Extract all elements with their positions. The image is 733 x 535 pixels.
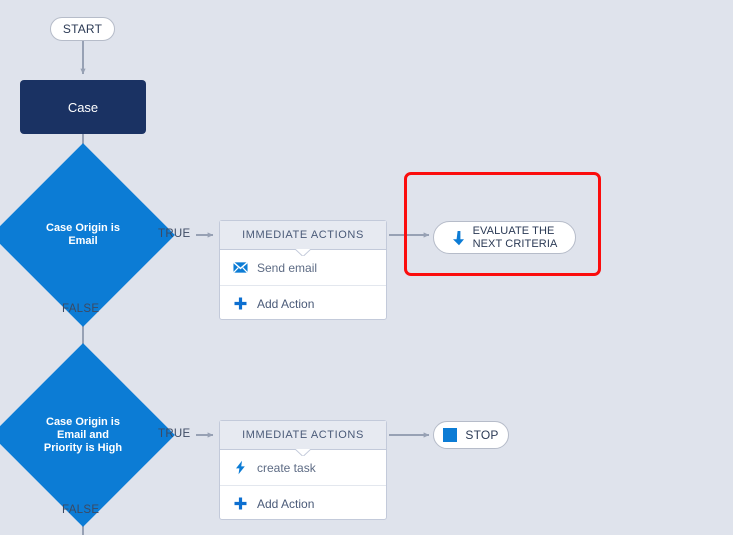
add-action-label: Add Action — [257, 496, 315, 511]
add-action-row[interactable]: Add Action — [220, 486, 386, 521]
evaluate-next-criteria-label: EVALUATE THE NEXT CRITERIA — [473, 225, 558, 251]
add-action-label: Add Action — [257, 296, 315, 311]
immediate-actions-panel-1[interactable]: IMMEDIATE ACTIONS Send email Add Action — [219, 220, 387, 320]
edge-label-false-2: FALSE — [62, 504, 100, 516]
chevron-down-icon — [295, 248, 311, 256]
edge-label-true-2: TRUE — [158, 428, 191, 440]
panel-header-label-1: IMMEDIATE ACTIONS — [242, 229, 364, 241]
stop-button[interactable]: STOP — [433, 421, 509, 449]
start-node[interactable]: START — [50, 17, 115, 41]
start-label: START — [62, 22, 103, 36]
evaluate-label-line-2: NEXT CRITERIA — [472, 237, 558, 250]
edge-label-false-1: FALSE — [62, 303, 100, 315]
evaluate-label-line-1: EVALUATE THE — [472, 224, 555, 237]
flow-canvas: START Case Case Origin is Email TRUE FAL… — [0, 0, 733, 535]
plus-icon — [233, 296, 248, 311]
criteria-label-2: Case Origin is Email and Priority is Hig… — [43, 415, 123, 454]
action-row-label: Send email — [257, 260, 318, 275]
criteria-node-2[interactable]: Case Origin is Email and Priority is Hig… — [0, 343, 175, 527]
envelope-icon — [232, 260, 249, 275]
edge-label-true-1: TRUE — [158, 228, 191, 240]
bolt-icon — [233, 460, 248, 475]
panel-header-1: IMMEDIATE ACTIONS — [220, 221, 386, 256]
plus-icon — [233, 496, 248, 511]
stop-square-icon — [443, 428, 458, 442]
object-node-label: Case — [67, 99, 99, 115]
action-row-label: create task — [257, 460, 316, 475]
panel-header-label-2: IMMEDIATE ACTIONS — [242, 429, 364, 441]
chevron-down-icon — [295, 448, 311, 456]
immediate-actions-panel-2[interactable]: IMMEDIATE ACTIONS create task Add Action — [219, 420, 387, 520]
arrow-down-icon — [452, 230, 466, 246]
evaluate-next-criteria-button[interactable]: EVALUATE THE NEXT CRITERIA — [433, 221, 576, 254]
criteria-label-1: Case Origin is Email — [46, 222, 120, 247]
object-node-case[interactable]: Case — [20, 80, 146, 134]
add-action-row[interactable]: Add Action — [220, 286, 386, 321]
criteria-node-1[interactable]: Case Origin is Email — [0, 143, 175, 327]
stop-label: STOP — [465, 428, 499, 442]
panel-header-2: IMMEDIATE ACTIONS — [220, 421, 386, 456]
